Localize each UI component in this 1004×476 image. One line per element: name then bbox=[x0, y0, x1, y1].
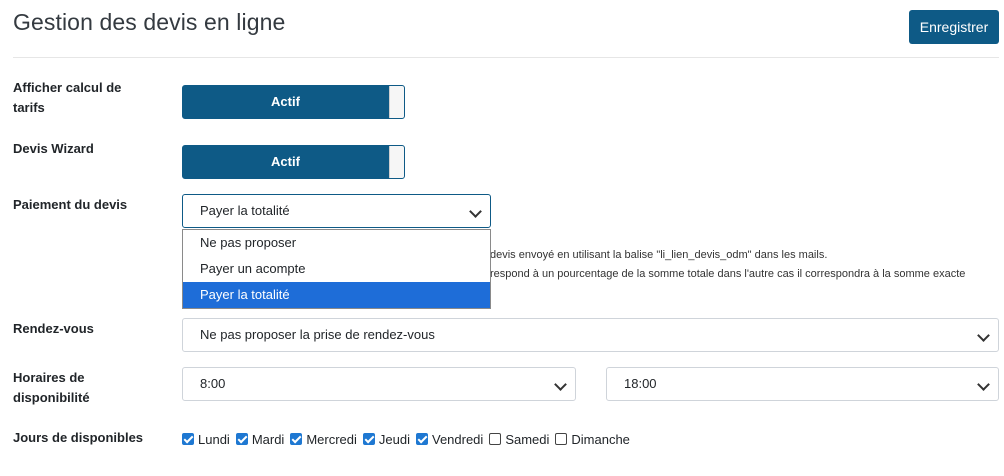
checkbox[interactable] bbox=[290, 433, 303, 445]
paiement-option[interactable]: Ne pas proposer bbox=[183, 230, 490, 256]
day-label: Lundi bbox=[198, 431, 230, 447]
day-dimanche[interactable]: Dimanche bbox=[555, 432, 630, 447]
day-label: Mercredi bbox=[306, 431, 357, 447]
day-lundi[interactable]: Lundi bbox=[182, 432, 230, 447]
day-label: Jeudi bbox=[378, 431, 410, 447]
paiement-help-line-2: respond à un pourcentage de la somme tot… bbox=[490, 268, 966, 280]
checkbox[interactable] bbox=[489, 433, 502, 445]
day-label: Dimanche bbox=[571, 431, 630, 447]
toggle-handle[interactable] bbox=[389, 146, 404, 178]
calcul-tarifs-toggle[interactable]: Actif bbox=[182, 85, 405, 119]
jours-checkbox-group: Lundi Mardi Mercredi Jeudi Vendredi Same… bbox=[182, 430, 636, 448]
save-button[interactable]: Enregistrer bbox=[909, 10, 999, 44]
rendez-vous-select[interactable]: Ne pas proposer la prise de rendez-vous bbox=[182, 318, 999, 352]
day-jeudi[interactable]: Jeudi bbox=[362, 431, 410, 447]
rendez-vous-label: Rendez-vous bbox=[13, 321, 94, 336]
chevron-down-icon bbox=[554, 378, 567, 391]
chevron-down-icon bbox=[977, 329, 990, 342]
checkbox[interactable] bbox=[182, 433, 194, 445]
paiement-select[interactable]: Payer la totalité bbox=[182, 194, 491, 228]
checkbox[interactable] bbox=[415, 433, 428, 445]
day-label: Samedi bbox=[505, 431, 550, 447]
day-mercredi[interactable]: Mercredi bbox=[290, 432, 357, 447]
calcul-tarifs-toggle-text: Actif bbox=[271, 94, 300, 109]
devis-wizard-toggle[interactable]: Actif bbox=[182, 145, 405, 179]
paiement-select-value: Payer la totalité bbox=[200, 203, 290, 218]
header-divider bbox=[13, 57, 999, 58]
day-samedi[interactable]: Samedi bbox=[489, 432, 549, 447]
horaire-debut-value: 8:00 bbox=[200, 376, 226, 391]
day-vendredi[interactable]: Vendredi bbox=[415, 431, 484, 447]
chevron-down-icon bbox=[469, 205, 482, 218]
horaire-fin-select[interactable]: 18:00 bbox=[606, 367, 999, 401]
checkbox[interactable] bbox=[555, 433, 568, 445]
devis-wizard-toggle-text: Actif bbox=[271, 154, 300, 169]
day-label: Vendredi bbox=[431, 431, 484, 447]
paiement-help-line-1: devis envoyé en utilisant la balise "li_… bbox=[490, 249, 828, 261]
checkbox[interactable] bbox=[362, 433, 375, 445]
paiement-label: Paiement du devis bbox=[13, 197, 128, 212]
paiement-option[interactable]: Payer un acompte bbox=[183, 256, 490, 282]
chevron-down-icon bbox=[977, 378, 990, 391]
devis-wizard-label: Devis Wizard bbox=[13, 141, 94, 156]
day-label: Mardi bbox=[251, 431, 285, 447]
day-mardi[interactable]: Mardi bbox=[235, 431, 285, 447]
horaire-debut-select[interactable]: 8:00 bbox=[182, 367, 576, 401]
paiement-dropdown: Ne pas proposer Payer un acompte Payer l… bbox=[182, 229, 491, 309]
calcul-tarifs-label: Afficher calcul de tarifs bbox=[13, 80, 122, 115]
horaires-label: Horaires de disponibilité bbox=[13, 370, 90, 405]
page-title: Gestion des devis en ligne bbox=[13, 9, 286, 35]
rendez-vous-select-value: Ne pas proposer la prise de rendez-vous bbox=[200, 327, 435, 342]
horaire-fin-value: 18:00 bbox=[624, 376, 657, 391]
paiement-option-selected[interactable]: Payer la totalité bbox=[183, 282, 490, 308]
jours-label: Jours de disponibles bbox=[13, 430, 144, 445]
checkbox[interactable] bbox=[235, 433, 248, 445]
toggle-handle[interactable] bbox=[389, 86, 404, 118]
